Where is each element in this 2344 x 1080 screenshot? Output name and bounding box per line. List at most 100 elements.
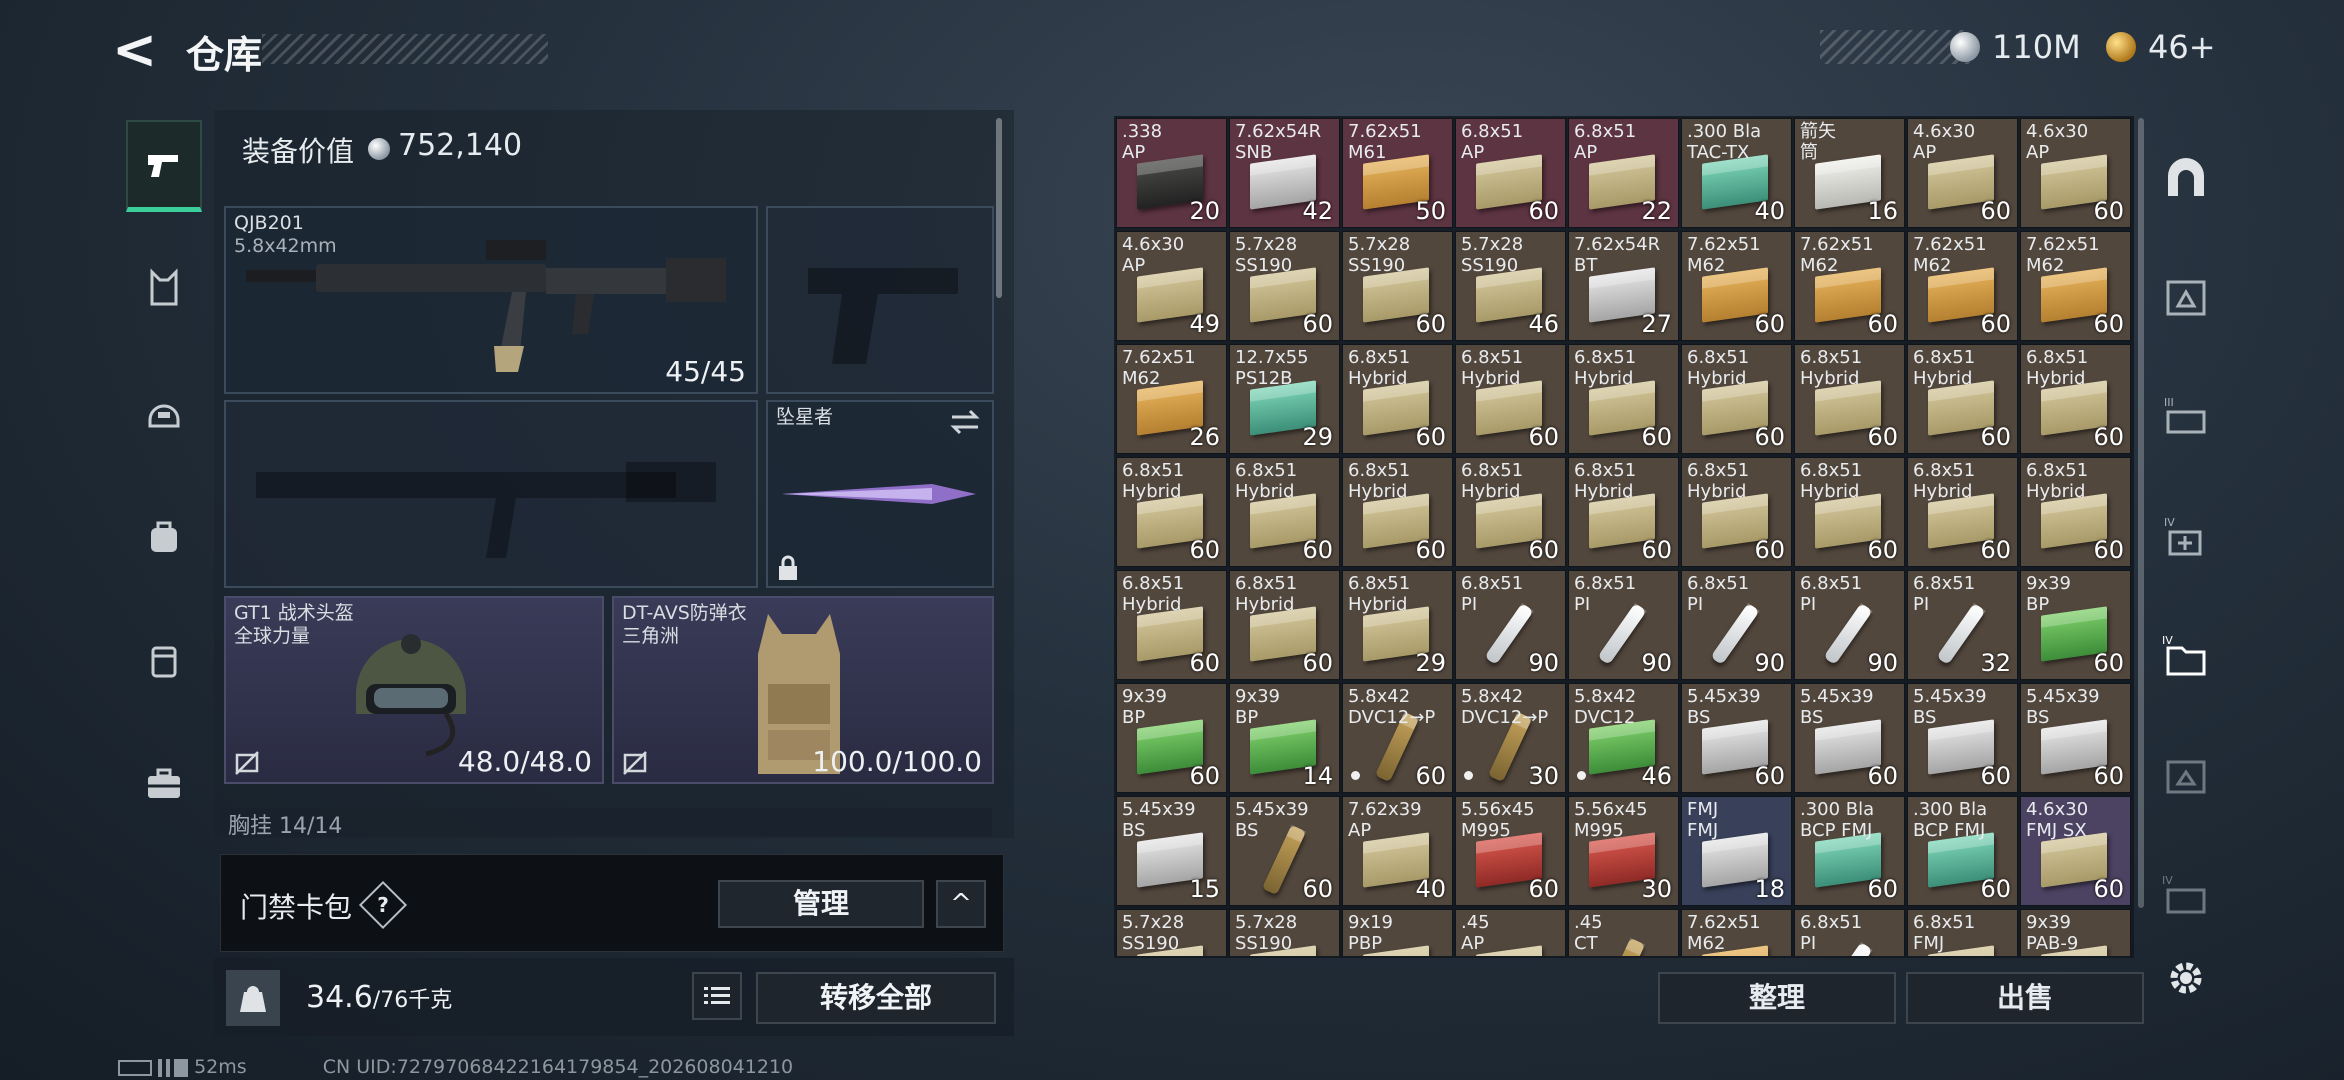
stash-item[interactable]: 5.45x39 BS 15 <box>1116 796 1227 906</box>
stash-item[interactable]: 5.56x45 M995 60 <box>1455 796 1566 906</box>
tab-storage-main[interactable] <box>2156 148 2216 208</box>
stash-item[interactable]: 6.8x51 AP 60 <box>1455 118 1566 228</box>
armor-slot[interactable]: DT-AVS防弹衣 三角洲 100.0/100.0 <box>612 596 994 784</box>
stash-item[interactable]: 6.8x51 PI 90 <box>1568 570 1679 680</box>
sell-button[interactable]: 出售 <box>1906 972 2144 1024</box>
tab-storage-crate[interactable]: IV <box>2156 866 2216 926</box>
stash-item[interactable]: 9x39 BP 14 <box>1229 683 1340 793</box>
stash-item[interactable]: 7.62x51 M62 60 <box>2020 231 2131 341</box>
stash-item[interactable]: 5.7x28 SS190 <box>1116 909 1227 956</box>
stash-item[interactable]: 6.8x51 Hybrid 60 <box>1455 344 1566 454</box>
stash-item[interactable]: 5.8x42 DVC12 46 <box>1568 683 1679 793</box>
chest-rig-row[interactable]: 胸挂 14/14 <box>222 808 992 836</box>
list-view-button[interactable] <box>692 972 742 1020</box>
collapse-button[interactable]: ^ <box>936 880 986 928</box>
tab-weapons[interactable] <box>126 120 202 212</box>
stash-item[interactable]: 6.8x51 Hybrid 60 <box>1342 457 1453 567</box>
tab-storage-folder[interactable]: IV <box>2156 626 2216 686</box>
stash-item[interactable]: 箭矢 筒 16 <box>1794 118 1905 228</box>
stash-item[interactable]: 6.8x51 Hybrid 60 <box>1229 570 1340 680</box>
stash-item[interactable]: 6.8x51 Hybrid 60 <box>1907 457 2018 567</box>
stash-item[interactable]: 6.8x51 PI 90 <box>1681 570 1792 680</box>
back-button[interactable]: < <box>112 22 162 78</box>
stash-item[interactable]: .300 Bla TAC-TX 40 <box>1681 118 1792 228</box>
stash-item[interactable]: 5.8x42 DVC12→P 60 <box>1342 683 1453 793</box>
stash-item[interactable]: 6.8x51 Hybrid 60 <box>1116 457 1227 567</box>
stash-item[interactable]: 6.8x51 Hybrid 60 <box>1681 457 1792 567</box>
stash-item[interactable]: 7.62x51 M62 60 <box>1794 231 1905 341</box>
stash-item[interactable]: 6.8x51 Hybrid 29 <box>1342 570 1453 680</box>
stash-item[interactable]: 5.7x28 SS190 60 <box>1229 231 1340 341</box>
sidearm-slot[interactable] <box>766 206 994 394</box>
stash-item[interactable]: 7.62x51 M62 <box>1681 909 1792 956</box>
stash-scrollbar[interactable] <box>2138 118 2144 908</box>
stash-item[interactable]: 5.7x28 SS190 <box>1229 909 1340 956</box>
stash-item[interactable]: 7.62x51 M62 26 <box>1116 344 1227 454</box>
stash-item[interactable]: 6.8x51 PI <box>1794 909 1905 956</box>
stash-item[interactable]: 9x39 BP 60 <box>1116 683 1227 793</box>
tab-storage-box[interactable] <box>2156 746 2216 806</box>
settings-button[interactable] <box>2160 952 2212 1004</box>
stash-item[interactable]: 6.8x51 Hybrid 60 <box>2020 457 2131 567</box>
manage-button[interactable]: 管理 <box>718 880 924 928</box>
stash-item[interactable]: 7.62x54R BT 27 <box>1568 231 1679 341</box>
gold-currency[interactable]: 46+ <box>2148 28 2216 66</box>
stash-item[interactable]: 5.7x28 SS190 60 <box>1342 231 1453 341</box>
stash-item[interactable]: 9x39 BP 60 <box>2020 570 2131 680</box>
transfer-all-button[interactable]: 转移全部 <box>756 972 996 1024</box>
stash-item[interactable]: FMJ FMJ 18 <box>1681 796 1792 906</box>
stash-item[interactable]: 4.6x30 AP 49 <box>1116 231 1227 341</box>
tab-chest-rig[interactable] <box>126 242 202 334</box>
stash-item[interactable]: 6.8x51 Hybrid 60 <box>1681 344 1792 454</box>
stash-item[interactable]: 6.8x51 Hybrid 60 <box>1568 457 1679 567</box>
stash-item[interactable]: 9x19 PBP <box>1342 909 1453 956</box>
stash-item[interactable]: 6.8x51 Hybrid 60 <box>2020 344 2131 454</box>
stash-item[interactable]: 6.8x51 Hybrid 60 <box>1794 344 1905 454</box>
stash-item[interactable]: 5.56x45 M995 30 <box>1568 796 1679 906</box>
stash-item[interactable]: 4.6x30 AP 60 <box>2020 118 2131 228</box>
stash-item[interactable]: .338 AP 20 <box>1116 118 1227 228</box>
stash-item[interactable]: 6.8x51 Hybrid 60 <box>1568 344 1679 454</box>
helmet-slot[interactable]: GT1 战术头盔 全球力量 48.0/48.0 <box>224 596 604 784</box>
stash-item[interactable]: 6.8x51 Hybrid 60 <box>1342 344 1453 454</box>
stash-item[interactable]: 6.8x51 PI 90 <box>1455 570 1566 680</box>
secondary-weapon-slot[interactable] <box>224 400 758 588</box>
stash-item[interactable]: 5.45x39 BS 60 <box>1794 683 1905 793</box>
stash-item[interactable]: 6.8x51 Hybrid 60 <box>1455 457 1566 567</box>
tab-storage-container[interactable] <box>2156 268 2216 328</box>
stash-item[interactable]: 5.45x39 BS 60 <box>1229 796 1340 906</box>
tab-pouch[interactable] <box>126 614 202 706</box>
equipment-scrollbar[interactable] <box>996 118 1002 298</box>
stash-item[interactable]: 5.45x39 BS 60 <box>1907 683 2018 793</box>
stash-item[interactable]: 6.8x51 Hybrid 60 <box>1116 570 1227 680</box>
tab-storage-rack[interactable]: III <box>2156 388 2216 448</box>
stash-item[interactable]: 7.62x51 M62 60 <box>1681 231 1792 341</box>
stash-item[interactable]: 4.6x30 AP 60 <box>1907 118 2018 228</box>
sort-button[interactable]: 整理 <box>1658 972 1896 1024</box>
stash-item[interactable]: 6.8x51 Hybrid 60 <box>1229 457 1340 567</box>
stash-item[interactable]: 6.8x51 PI 90 <box>1794 570 1905 680</box>
stash-item[interactable]: .300 Bla BCP FMJ 60 <box>1907 796 2018 906</box>
stash-item[interactable]: 9x39 PAB-9 <box>2020 909 2131 956</box>
stash-item[interactable]: 5.45x39 BS 60 <box>2020 683 2131 793</box>
stash-item[interactable]: 12.7x55 PS12B 29 <box>1229 344 1340 454</box>
stash-item[interactable]: 7.62x51 M62 60 <box>1907 231 2018 341</box>
melee-slot[interactable]: 坠星者 <box>766 400 994 588</box>
stash-item[interactable]: .45 AP <box>1455 909 1566 956</box>
stash-item[interactable]: 7.62x54R SNB 42 <box>1229 118 1340 228</box>
stash-item[interactable]: 7.62x51 M61 50 <box>1342 118 1453 228</box>
stash-item[interactable]: .45 CT <box>1568 909 1679 956</box>
stash-item[interactable]: .300 Bla BCP FMJ 60 <box>1794 796 1905 906</box>
tab-helmet[interactable] <box>126 366 202 458</box>
stash-item[interactable]: 6.8x51 PI 32 <box>1907 570 2018 680</box>
stash-item[interactable]: 5.8x42 DVC12→P 30 <box>1455 683 1566 793</box>
stash-item[interactable]: 6.8x51 Hybrid 60 <box>1907 344 2018 454</box>
stash-item[interactable]: 4.6x30 FMJ SX 60 <box>2020 796 2131 906</box>
tab-case[interactable] <box>126 738 202 830</box>
stash-item[interactable]: 7.62x39 AP 40 <box>1342 796 1453 906</box>
tab-backpack[interactable] <box>126 490 202 582</box>
stash-item[interactable]: 5.7x28 SS190 46 <box>1455 231 1566 341</box>
stash-item[interactable]: 6.8x51 AP 22 <box>1568 118 1679 228</box>
primary-weapon-slot[interactable]: QJB201 5.8x42mm 45/45 <box>224 206 758 394</box>
swap-icon[interactable] <box>948 408 982 436</box>
